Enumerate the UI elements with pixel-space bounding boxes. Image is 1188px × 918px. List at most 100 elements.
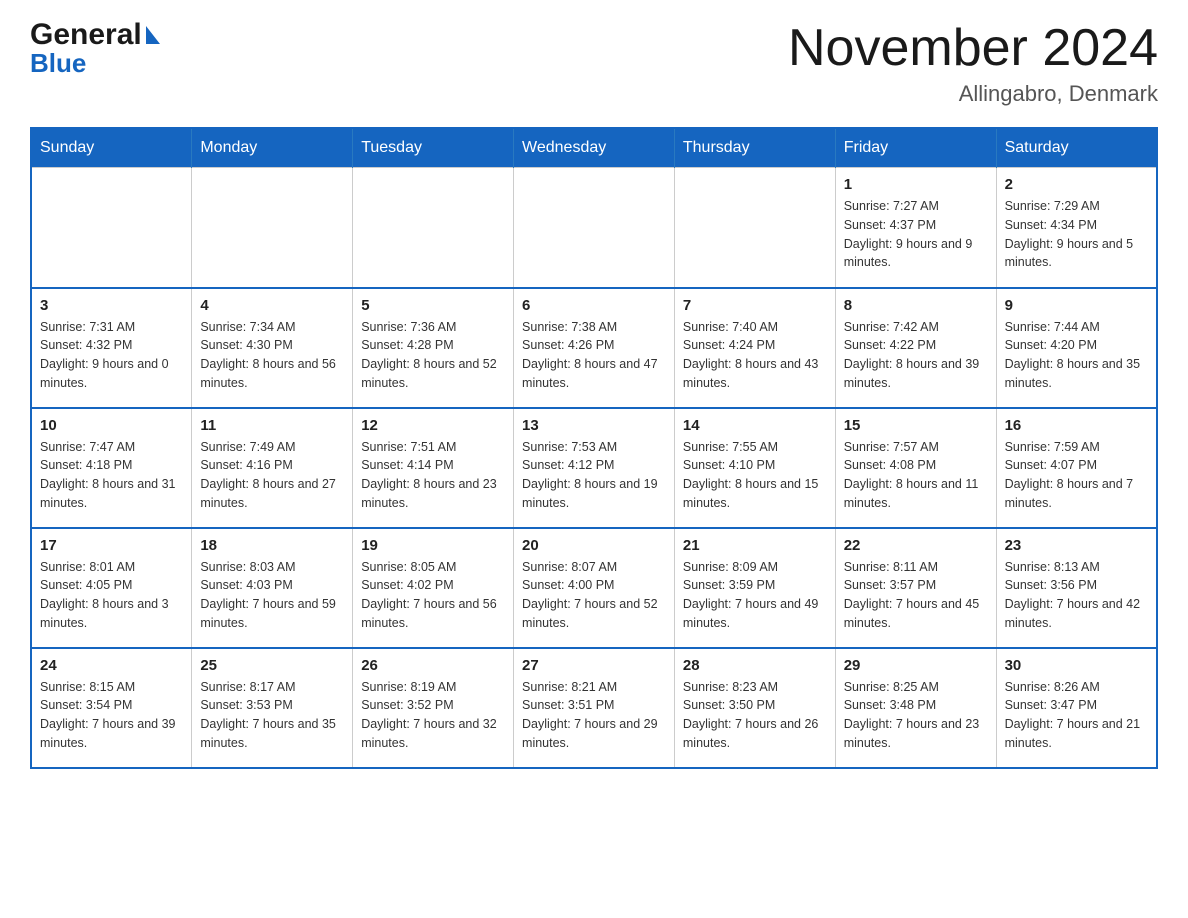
day-number: 21 bbox=[683, 537, 827, 554]
day-number: 5 bbox=[361, 297, 505, 314]
day-info: Sunrise: 8:17 AM Sunset: 3:53 PM Dayligh… bbox=[200, 678, 344, 753]
day-info: Sunrise: 8:09 AM Sunset: 3:59 PM Dayligh… bbox=[683, 558, 827, 633]
calendar-cell: 22 Sunrise: 8:11 AM Sunset: 3:57 PM Dayli… bbox=[835, 528, 996, 648]
month-title: November 2024 bbox=[788, 20, 1158, 77]
calendar-cell: 12 Sunrise: 7:51 AM Sunset: 4:14 PM Dayli… bbox=[353, 408, 514, 528]
day-number: 7 bbox=[683, 297, 827, 314]
calendar-cell: 7Sunrise: 7:40 AM Sunset: 4:24 PM Daylig… bbox=[674, 288, 835, 408]
day-info: Sunrise: 7:53 AM Sunset: 4:12 PM Dayligh… bbox=[522, 438, 666, 513]
day-info: Sunrise: 8:01 AM Sunset: 4:05 PM Dayligh… bbox=[40, 558, 183, 633]
day-number: 18 bbox=[200, 537, 344, 554]
logo-arrow-icon bbox=[146, 26, 160, 44]
day-info: Sunrise: 8:15 AM Sunset: 3:54 PM Dayligh… bbox=[40, 678, 183, 753]
logo-text-black: General bbox=[30, 20, 142, 50]
calendar-week-row: 24 Sunrise: 8:15 AM Sunset: 3:54 PM Dayli… bbox=[31, 648, 1157, 768]
calendar-table: SundayMondayTuesdayWednesdayThursdayFrid… bbox=[30, 127, 1158, 769]
calendar-cell: 15Sunrise: 7:57 AM Sunset: 4:08 PM Dayli… bbox=[835, 408, 996, 528]
calendar-cell: 28Sunrise: 8:23 AM Sunset: 3:50 PM Dayli… bbox=[674, 648, 835, 768]
day-info: Sunrise: 8:26 AM Sunset: 3:47 PM Dayligh… bbox=[1005, 678, 1148, 753]
day-info: Sunrise: 8:03 AM Sunset: 4:03 PM Dayligh… bbox=[200, 558, 344, 633]
day-info: Sunrise: 8:11 AM Sunset: 3:57 PM Dayligh… bbox=[844, 558, 988, 633]
calendar-cell: 24 Sunrise: 8:15 AM Sunset: 3:54 PM Dayli… bbox=[31, 648, 192, 768]
day-number: 20 bbox=[522, 537, 666, 554]
calendar-cell: 13 Sunrise: 7:53 AM Sunset: 4:12 PM Dayli… bbox=[514, 408, 675, 528]
calendar-header-thursday: Thursday bbox=[674, 128, 835, 168]
calendar-cell: 2 Sunrise: 7:29 AM Sunset: 4:34 PM Daylig… bbox=[996, 168, 1157, 288]
day-number: 25 bbox=[200, 657, 344, 674]
day-info: Sunrise: 7:44 AM Sunset: 4:20 PM Dayligh… bbox=[1005, 318, 1148, 393]
calendar-cell: 26Sunrise: 8:19 AM Sunset: 3:52 PM Dayli… bbox=[353, 648, 514, 768]
day-number: 6 bbox=[522, 297, 666, 314]
day-number: 27 bbox=[522, 657, 666, 674]
calendar-cell: 16Sunrise: 7:59 AM Sunset: 4:07 PM Dayli… bbox=[996, 408, 1157, 528]
day-number: 15 bbox=[844, 417, 988, 434]
day-info: Sunrise: 8:25 AM Sunset: 3:48 PM Dayligh… bbox=[844, 678, 988, 753]
calendar-cell bbox=[514, 168, 675, 288]
day-number: 28 bbox=[683, 657, 827, 674]
day-number: 2 bbox=[1005, 176, 1148, 193]
calendar-cell bbox=[31, 168, 192, 288]
calendar-header-tuesday: Tuesday bbox=[353, 128, 514, 168]
day-number: 8 bbox=[844, 297, 988, 314]
calendar-header-monday: Monday bbox=[192, 128, 353, 168]
day-number: 13 bbox=[522, 417, 666, 434]
day-number: 3 bbox=[40, 297, 183, 314]
day-number: 12 bbox=[361, 417, 505, 434]
day-info: Sunrise: 8:13 AM Sunset: 3:56 PM Dayligh… bbox=[1005, 558, 1148, 633]
day-number: 24 bbox=[40, 657, 183, 674]
day-info: Sunrise: 7:36 AM Sunset: 4:28 PM Dayligh… bbox=[361, 318, 505, 393]
calendar-cell: 19Sunrise: 8:05 AM Sunset: 4:02 PM Dayli… bbox=[353, 528, 514, 648]
title-area: November 2024 Allingabro, Denmark bbox=[788, 20, 1158, 107]
calendar-week-row: 1 Sunrise: 7:27 AM Sunset: 4:37 PM Daylig… bbox=[31, 168, 1157, 288]
day-info: Sunrise: 7:34 AM Sunset: 4:30 PM Dayligh… bbox=[200, 318, 344, 393]
day-info: Sunrise: 7:42 AM Sunset: 4:22 PM Dayligh… bbox=[844, 318, 988, 393]
day-number: 17 bbox=[40, 537, 183, 554]
calendar-header-friday: Friday bbox=[835, 128, 996, 168]
calendar-cell: 1 Sunrise: 7:27 AM Sunset: 4:37 PM Daylig… bbox=[835, 168, 996, 288]
calendar-cell: 23 Sunrise: 8:13 AM Sunset: 3:56 PM Dayli… bbox=[996, 528, 1157, 648]
day-number: 11 bbox=[200, 417, 344, 434]
calendar-cell: 10 Sunrise: 7:47 AM Sunset: 4:18 PM Dayli… bbox=[31, 408, 192, 528]
calendar-cell: 11 Sunrise: 7:49 AM Sunset: 4:16 PM Dayli… bbox=[192, 408, 353, 528]
calendar-cell bbox=[353, 168, 514, 288]
day-info: Sunrise: 7:38 AM Sunset: 4:26 PM Dayligh… bbox=[522, 318, 666, 393]
calendar-cell: 25 Sunrise: 8:17 AM Sunset: 3:53 PM Dayli… bbox=[192, 648, 353, 768]
day-number: 10 bbox=[40, 417, 183, 434]
calendar-cell: 4Sunrise: 7:34 AM Sunset: 4:30 PM Daylig… bbox=[192, 288, 353, 408]
day-info: Sunrise: 7:51 AM Sunset: 4:14 PM Dayligh… bbox=[361, 438, 505, 513]
day-number: 1 bbox=[844, 176, 988, 193]
calendar-cell: 9 Sunrise: 7:44 AM Sunset: 4:20 PM Daylig… bbox=[996, 288, 1157, 408]
calendar-cell: 27Sunrise: 8:21 AM Sunset: 3:51 PM Dayli… bbox=[514, 648, 675, 768]
header: General Blue November 2024 Allingabro, D… bbox=[30, 20, 1158, 107]
day-info: Sunrise: 7:49 AM Sunset: 4:16 PM Dayligh… bbox=[200, 438, 344, 513]
day-number: 30 bbox=[1005, 657, 1148, 674]
logo: General Blue bbox=[30, 20, 160, 76]
calendar-cell: 20Sunrise: 8:07 AM Sunset: 4:00 PM Dayli… bbox=[514, 528, 675, 648]
calendar-cell: 30 Sunrise: 8:26 AM Sunset: 3:47 PM Dayli… bbox=[996, 648, 1157, 768]
calendar-week-row: 17 Sunrise: 8:01 AM Sunset: 4:05 PM Dayli… bbox=[31, 528, 1157, 648]
day-number: 26 bbox=[361, 657, 505, 674]
day-info: Sunrise: 7:29 AM Sunset: 4:34 PM Dayligh… bbox=[1005, 197, 1148, 272]
calendar-cell: 18 Sunrise: 8:03 AM Sunset: 4:03 PM Dayli… bbox=[192, 528, 353, 648]
calendar-header-wednesday: Wednesday bbox=[514, 128, 675, 168]
calendar-cell bbox=[192, 168, 353, 288]
day-number: 23 bbox=[1005, 537, 1148, 554]
day-number: 9 bbox=[1005, 297, 1148, 314]
day-info: Sunrise: 8:05 AM Sunset: 4:02 PM Dayligh… bbox=[361, 558, 505, 633]
day-number: 14 bbox=[683, 417, 827, 434]
calendar-cell: 5 Sunrise: 7:36 AM Sunset: 4:28 PM Daylig… bbox=[353, 288, 514, 408]
calendar-cell bbox=[674, 168, 835, 288]
calendar-header-saturday: Saturday bbox=[996, 128, 1157, 168]
calendar-cell: 8 Sunrise: 7:42 AM Sunset: 4:22 PM Daylig… bbox=[835, 288, 996, 408]
calendar-cell: 29Sunrise: 8:25 AM Sunset: 3:48 PM Dayli… bbox=[835, 648, 996, 768]
location-subtitle: Allingabro, Denmark bbox=[788, 81, 1158, 107]
calendar-cell: 6 Sunrise: 7:38 AM Sunset: 4:26 PM Daylig… bbox=[514, 288, 675, 408]
calendar-cell: 21 Sunrise: 8:09 AM Sunset: 3:59 PM Dayli… bbox=[674, 528, 835, 648]
calendar-cell: 14Sunrise: 7:55 AM Sunset: 4:10 PM Dayli… bbox=[674, 408, 835, 528]
day-number: 22 bbox=[844, 537, 988, 554]
day-info: Sunrise: 7:27 AM Sunset: 4:37 PM Dayligh… bbox=[844, 197, 988, 272]
calendar-header-row: SundayMondayTuesdayWednesdayThursdayFrid… bbox=[31, 128, 1157, 168]
calendar-week-row: 3 Sunrise: 7:31 AM Sunset: 4:32 PM Daylig… bbox=[31, 288, 1157, 408]
day-info: Sunrise: 7:31 AM Sunset: 4:32 PM Dayligh… bbox=[40, 318, 183, 393]
day-info: Sunrise: 7:47 AM Sunset: 4:18 PM Dayligh… bbox=[40, 438, 183, 513]
